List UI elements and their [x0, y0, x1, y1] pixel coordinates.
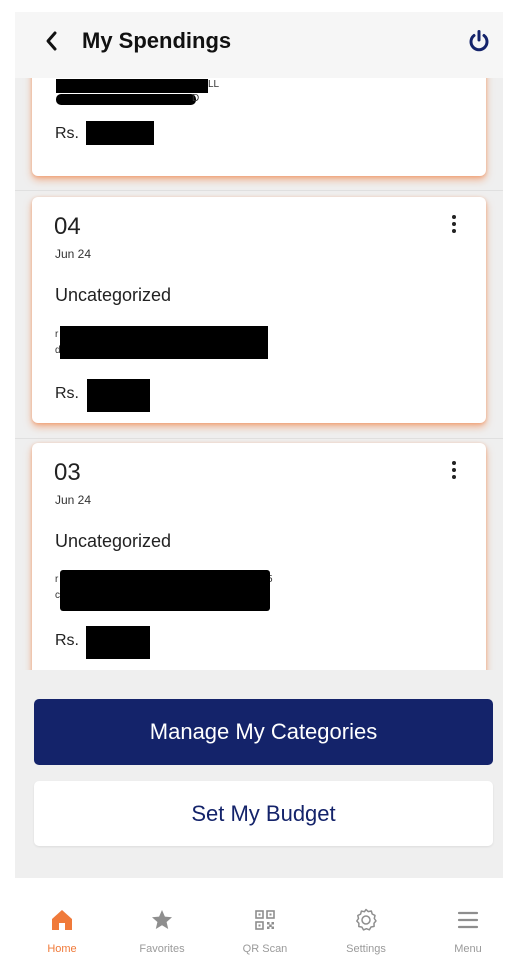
chevron-left-icon — [46, 31, 57, 51]
app-screen: My Spendings LL D Rs. 04 Jun 24 Uncatego… — [15, 12, 503, 980]
transaction-day: 03 — [54, 459, 81, 486]
more-options-button[interactable] — [444, 213, 464, 237]
gear-icon — [352, 906, 380, 934]
redacted-merchant — [56, 79, 208, 93]
nav-item-menu[interactable]: Menu — [428, 906, 508, 955]
kebab-menu-icon — [452, 461, 456, 465]
redacted-merchant — [60, 326, 268, 359]
app-header: My Spendings — [15, 12, 503, 78]
divider — [15, 190, 503, 191]
amount-prefix: Rs. — [55, 632, 79, 649]
merchant-peek-text: LL — [208, 79, 220, 90]
nav-item-favorites[interactable]: Favorites — [122, 906, 202, 955]
back-button[interactable] — [37, 26, 67, 56]
qr-code-icon — [251, 906, 279, 934]
kebab-menu-icon — [452, 215, 456, 219]
nav-label-home: Home — [47, 943, 77, 955]
transaction-list[interactable]: LL D Rs. 04 Jun 24 Uncategorized r d Rs.… — [15, 78, 503, 670]
nav-item-settings[interactable]: Settings — [326, 906, 406, 955]
amount-prefix: Rs. — [55, 125, 79, 142]
more-options-button[interactable] — [444, 459, 464, 483]
amount-prefix: Rs. — [55, 385, 79, 402]
redacted-amount — [87, 379, 150, 412]
manage-categories-button[interactable]: Manage My Categories — [34, 699, 493, 765]
divider — [15, 438, 503, 439]
bottom-nav: Home Favorites QR Scan Settings Menu — [0, 878, 519, 980]
page-title: My Spendings — [82, 28, 232, 53]
nav-label-qr-scan: QR Scan — [242, 943, 288, 955]
reference-peek-text: D — [192, 93, 200, 104]
transaction-day: 04 — [54, 213, 81, 240]
nav-item-qr-scan[interactable]: QR Scan — [225, 906, 305, 955]
nav-label-settings: Settings — [346, 943, 386, 955]
redacted-amount — [86, 626, 150, 659]
power-icon — [469, 30, 489, 52]
redacted-amount — [86, 121, 154, 145]
merchant-peek-text: r — [55, 329, 59, 340]
transaction-date: Jun 24 — [55, 247, 92, 261]
transaction-card[interactable]: 04 Jun 24 Uncategorized r d Rs. — [32, 197, 486, 423]
logout-button[interactable] — [464, 26, 494, 56]
set-budget-button[interactable]: Set My Budget — [34, 781, 493, 846]
transaction-card[interactable]: LL D Rs. — [32, 78, 486, 176]
redacted-reference — [56, 94, 196, 105]
star-icon — [148, 906, 176, 934]
nav-item-home[interactable]: Home — [22, 906, 102, 955]
nav-label-menu: Menu — [454, 943, 482, 955]
transaction-date: Jun 24 — [55, 493, 92, 507]
redacted-merchant — [60, 570, 270, 611]
transaction-category: Uncategorized — [55, 531, 172, 551]
merchant-peek-text: r — [55, 574, 59, 585]
transaction-category: Uncategorized — [55, 285, 172, 305]
nav-label-favorites: Favorites — [139, 943, 185, 955]
home-icon — [48, 906, 76, 934]
transaction-card[interactable]: 03 Jun 24 Uncategorized r 5 c Rs. — [32, 443, 486, 670]
hamburger-menu-icon — [454, 906, 482, 934]
